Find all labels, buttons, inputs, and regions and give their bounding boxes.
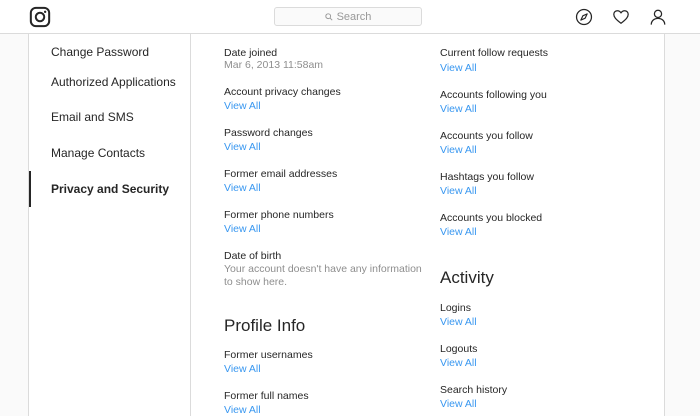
accounts-you-follow-label: Accounts you follow (440, 130, 533, 142)
account-privacy-changes-label: Account privacy changes (224, 86, 341, 98)
date-of-birth-label: Date of birth (224, 250, 282, 262)
date-of-birth-empty-note: Your account doesn't have any informatio… (224, 263, 422, 288)
accounts-you-blocked-label: Accounts you blocked (440, 212, 543, 224)
accounts-following-you-label: Accounts following you (440, 89, 547, 101)
sidebar-item-authorized-applications[interactable]: Authorized Applications (29, 64, 190, 100)
settings-panel: Change Password Authorized Applications … (28, 34, 665, 416)
date-joined-value: Mar 6, 2013 11:58am (224, 59, 324, 71)
password-changes-label: Password changes (224, 127, 313, 139)
heart-icon[interactable] (612, 8, 630, 26)
search-history-view-all-link[interactable]: View All (440, 398, 477, 410)
logouts-view-all-link[interactable]: View All (440, 357, 477, 369)
current-follow-requests-label: Current follow requests (440, 47, 548, 59)
logins-label: Logins (440, 302, 471, 314)
former-usernames-view-all-link[interactable]: View All (224, 363, 261, 375)
hashtags-you-follow-label: Hashtags you follow (440, 171, 534, 183)
activity-heading: Activity (440, 268, 494, 287)
profile-info-heading: Profile Info (224, 316, 306, 335)
profile-icon[interactable] (649, 8, 667, 26)
sidebar-item-label: Privacy and Security (51, 182, 170, 196)
compass-icon[interactable] (575, 8, 593, 26)
sidebar-item-email-and-sms[interactable]: Email and SMS (29, 99, 190, 135)
settings-sidebar: Change Password Authorized Applications … (29, 34, 191, 416)
accounts-you-follow-view-all-link[interactable]: View All (440, 144, 477, 156)
former-full-names-label: Former full names (224, 390, 309, 402)
search-icon (324, 12, 333, 21)
instagram-logo-icon[interactable] (29, 6, 51, 28)
former-phone-numbers-label: Former phone numbers (224, 209, 334, 221)
accounts-following-you-view-all-link[interactable]: View All (440, 103, 477, 115)
account-privacy-changes-view-all-link[interactable]: View All (224, 100, 261, 112)
former-full-names-view-all-link[interactable]: View All (224, 404, 261, 416)
former-email-addresses-label: Former email addresses (224, 168, 338, 180)
date-joined-label: Date joined (224, 47, 278, 59)
hashtags-you-follow-view-all-link[interactable]: View All (440, 185, 477, 197)
top-nav-bar: Search (0, 0, 700, 34)
password-changes-view-all-link[interactable]: View All (224, 141, 261, 153)
search-placeholder: Search (336, 10, 372, 23)
sidebar-item-manage-contacts[interactable]: Manage Contacts (29, 135, 190, 171)
sidebar-item-label: Email and SMS (51, 110, 134, 124)
former-email-addresses-view-all-link[interactable]: View All (224, 182, 261, 194)
accounts-you-blocked-view-all-link[interactable]: View All (440, 226, 477, 238)
sidebar-item-label: Manage Contacts (51, 146, 146, 160)
former-usernames-label: Former usernames (224, 349, 313, 361)
search-history-label: Search history (440, 384, 508, 396)
current-follow-requests-view-all-link[interactable]: View All (440, 62, 477, 74)
sidebar-item-label: Authorized Applications (51, 75, 176, 89)
logouts-label: Logouts (440, 343, 478, 355)
sidebar-item-label: Change Password (51, 45, 150, 59)
sidebar-item-privacy-and-security[interactable]: Privacy and Security (29, 171, 190, 207)
search-input[interactable]: Search (274, 7, 422, 26)
former-phone-numbers-view-all-link[interactable]: View All (224, 223, 261, 235)
logins-view-all-link[interactable]: View All (440, 316, 477, 328)
